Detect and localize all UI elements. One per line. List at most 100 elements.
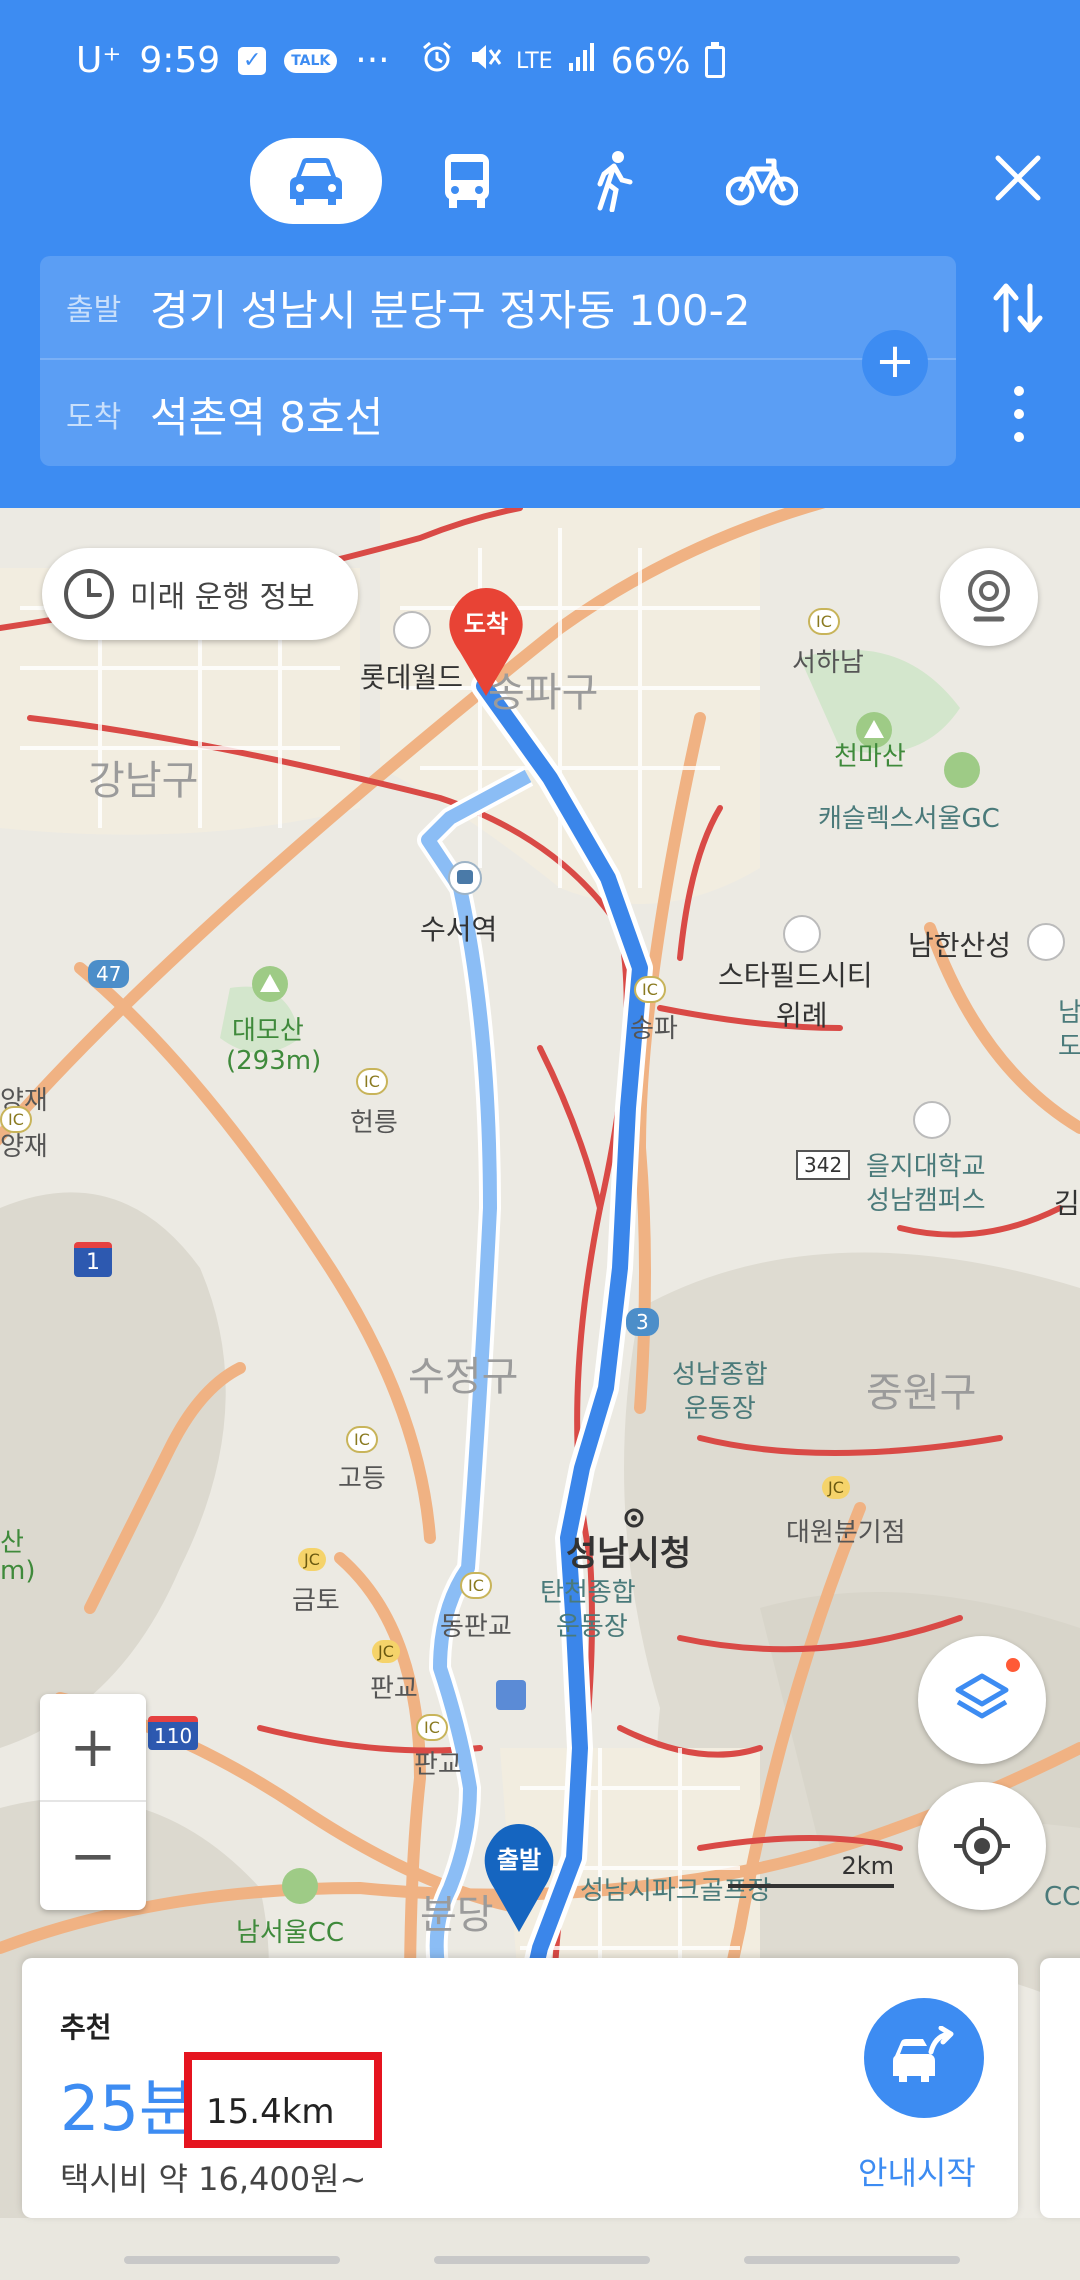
carrier-label: U⁺ (76, 40, 122, 81)
destination-value: 석촌역 8호선 (150, 392, 384, 442)
map-label-heolleung: 헌릉 (350, 1108, 398, 1138)
ic-badge-godeung: IC (346, 1426, 378, 1453)
tab-bike[interactable] (722, 138, 802, 224)
crosshair-icon (954, 1818, 1010, 1874)
start-pin-label: 출발 (496, 1846, 542, 1874)
ic-badge-heolleung: IC (356, 1068, 388, 1095)
zoom-out-button[interactable]: − (40, 1802, 146, 1910)
battery-percent: 66% (610, 41, 691, 82)
signal-icon (567, 41, 597, 82)
tab-walk[interactable] (580, 138, 650, 224)
walk-icon (597, 151, 633, 212)
map-label-m: m) (0, 1556, 36, 1586)
clock: 9:59 (139, 40, 221, 81)
clock-icon (64, 569, 114, 619)
ic-badge-songpa: IC (634, 976, 666, 1003)
map-layers-button[interactable] (918, 1636, 1046, 1764)
ic-badge-yangjae: IC (0, 1106, 32, 1133)
map-label-pangyo-ic: 판교 (414, 1750, 462, 1780)
road-shield-110: 110 (148, 1716, 199, 1750)
gesture-bar-center (434, 2256, 650, 2264)
destination-pin[interactable]: 도착 (442, 586, 530, 698)
map-label-seongnam-sports-1: 성남종합 (672, 1360, 768, 1390)
map-label-wirye: 위례 (776, 999, 828, 1032)
road-shield-3: 3 (626, 1308, 659, 1336)
more-notifications-icon: ··· (355, 40, 390, 81)
ic-badge-pangyo: IC (416, 1714, 448, 1741)
recommend-label: 추천 (60, 2011, 112, 2044)
close-icon[interactable] (990, 150, 1046, 206)
map-label-seongnam-sports-2: 운동장 (684, 1394, 756, 1424)
map-label-tancheon-1: 탄천종합 (540, 1578, 636, 1608)
map-label-nam: 남 (1058, 998, 1080, 1028)
battery-icon (704, 41, 725, 78)
jc-badge-daewon: JC (822, 1476, 850, 1499)
add-waypoint-button[interactable]: + (862, 330, 928, 396)
map-label-eulji-campus: 성남캠퍼스 (866, 1186, 986, 1216)
map-label-namseoul-cc: 남서울CC (236, 1918, 345, 1948)
layers-notification-dot (1006, 1658, 1020, 1672)
taxi-fare: 택시비 약 16,400원~ (60, 2160, 367, 2198)
tab-bus[interactable] (432, 138, 502, 224)
zoom-controls: + − (40, 1694, 146, 1910)
ic-badge-dongpangyo: IC (460, 1572, 492, 1599)
map-label-songpa-ic: 송파 (630, 1014, 678, 1044)
car-icon (290, 158, 342, 205)
map-label-geumto: 금토 (292, 1586, 340, 1616)
road-shield-1: 1 (74, 1242, 112, 1277)
ic-badge-seohanam: IC (808, 608, 840, 635)
map-label-jungwon-gu: 중원구 (866, 1370, 977, 1416)
scale-label: 2km (841, 1852, 894, 1880)
map-label-godeung: 고등 (338, 1464, 386, 1494)
travel-mode-tabs (0, 138, 1080, 226)
route-summary-card[interactable]: 추천 25분 15.4km 택시비 약 16,400원~ 안내시작 (22, 1958, 1018, 2218)
map-label-gangnam-gu: 강남구 (88, 758, 199, 804)
more-options-icon[interactable] (1008, 386, 1030, 446)
start-navigation-button[interactable] (864, 1998, 984, 2118)
navigation-car-icon (893, 2026, 954, 2082)
map-label-do: 도 (1058, 1032, 1080, 1062)
map-label-seohanam: 서하남 (792, 648, 864, 678)
lte-label: LTE (516, 49, 553, 74)
map-label-tancheon-2: 운동장 (556, 1612, 628, 1642)
gesture-bar-right (744, 2256, 960, 2264)
road-shield-47: 47 (88, 960, 130, 988)
map-label-san: 산 (0, 1528, 24, 1558)
start-pin[interactable]: 출발 (478, 1822, 560, 1934)
my-location-button[interactable] (918, 1782, 1046, 1910)
future-traffic-label: 미래 운행 정보 (130, 580, 315, 615)
swap-icon[interactable] (990, 280, 1046, 336)
destination-label: 도착 (66, 400, 122, 435)
duration-value: 25분 (60, 2072, 196, 2145)
bus-icon (445, 154, 489, 208)
kakaotalk-icon: TALK (284, 48, 338, 73)
distance-highlight: 15.4km (184, 2052, 382, 2148)
map-label-pangyo-jc: 판교 (370, 1674, 418, 1704)
origin-value: 경기 성남시 분당구 정자동 100-2 (150, 285, 751, 335)
street-view-button[interactable] (940, 548, 1038, 646)
future-traffic-button[interactable]: 미래 운행 정보 (42, 548, 358, 640)
map-label-cc-edge: CC (1044, 1882, 1080, 1912)
zoom-in-button[interactable]: + (40, 1694, 146, 1802)
jc-badge-geumto: JC (298, 1548, 326, 1571)
start-navigation-label[interactable]: 안내시작 (858, 2148, 976, 2194)
jc-badge-pangyo: JC (372, 1640, 400, 1663)
origin-label: 출발 (66, 293, 122, 328)
map-label-cheonmasan: 천마산 (834, 742, 906, 772)
tab-car[interactable] (250, 138, 382, 224)
map-label-edge-marker: 김 (1054, 1187, 1080, 1220)
map-label-eulji-univ: 을지대학교 (866, 1152, 986, 1182)
map-label-daewon-jc: 대원분기점 (786, 1518, 906, 1548)
destination-field[interactable]: 도착 석촌역 8호선 (40, 362, 956, 466)
gesture-bar-left (124, 2256, 340, 2264)
map-label-daemosan: 대모산 (232, 1016, 304, 1046)
map-label-suseo: 수서역 (420, 913, 498, 946)
mute-icon (468, 40, 502, 83)
map-label-sujeong-gu: 수정구 (408, 1354, 519, 1400)
origin-field[interactable]: 출발 경기 성남시 분당구 정자동 100-2 (40, 256, 956, 360)
destination-pin-label: 도착 (463, 610, 509, 638)
map-label-seongnam-cityhall: 성남시청 (566, 1534, 692, 1574)
next-route-card-peek[interactable] (1040, 1958, 1080, 2218)
map-label-castle-gc: 캐슬렉스서울GC (818, 804, 1000, 834)
route-header: U⁺ 9:59 ✓ TALK ··· LTE 66% 출발 경기 성남시 분당구… (0, 0, 1080, 508)
